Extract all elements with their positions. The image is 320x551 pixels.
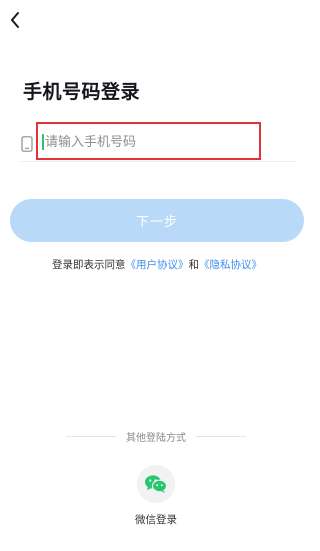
page-title: 手机号码登录 <box>23 81 141 103</box>
phone-input-highlight <box>36 122 261 160</box>
back-button[interactable] <box>4 8 26 32</box>
agreement-prefix: 登录即表示同意 <box>52 259 126 271</box>
next-step-button[interactable]: 下一步 <box>10 199 304 242</box>
other-login-label: 其他登陆方式 <box>126 432 186 444</box>
mobile-phone-icon <box>21 136 33 152</box>
divider-line-right <box>196 435 246 437</box>
chevron-left-icon <box>11 12 19 28</box>
other-login-divider: 其他登陆方式 <box>66 428 246 444</box>
divider-line-left <box>66 435 116 437</box>
input-divider <box>21 161 295 162</box>
wechat-login-button[interactable] <box>137 465 175 503</box>
wechat-login-label: 微信登录 <box>135 514 177 526</box>
agreement-and: 和 <box>188 259 200 271</box>
wechat-icon <box>145 475 168 493</box>
agreement-text: 登录即表示同意《用户协议》和《隐私协议》 <box>0 257 314 272</box>
user-agreement-link[interactable]: 《用户协议》 <box>126 259 189 271</box>
privacy-agreement-link[interactable]: 《隐私协议》 <box>199 259 262 271</box>
phone-input-row <box>21 122 295 162</box>
phone-number-input[interactable] <box>42 132 255 152</box>
